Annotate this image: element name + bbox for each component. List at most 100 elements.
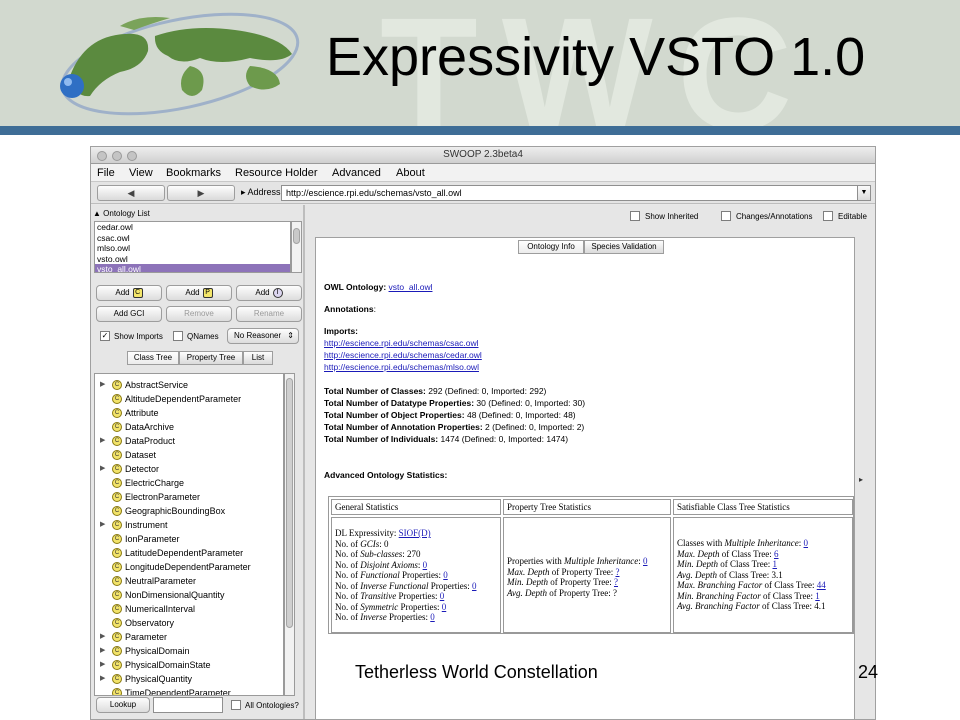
stat-value[interactable]: 0 xyxy=(472,581,477,591)
title-banner: TWC Expressivity VSTO 1.0 xyxy=(0,0,960,163)
add-individual-button[interactable]: Add I xyxy=(236,285,302,301)
menu-file[interactable]: File xyxy=(97,167,115,179)
class-icon: C xyxy=(112,632,122,642)
expand-arrow-icon[interactable]: ▶ xyxy=(100,434,105,448)
stat-value[interactable]: 0 xyxy=(804,538,809,548)
tab-list[interactable]: List xyxy=(243,351,273,365)
stat-value[interactable]: ? xyxy=(614,577,618,587)
back-button[interactable]: ◀ xyxy=(97,185,165,201)
tree-row-label: Dataset xyxy=(125,450,157,460)
address-input[interactable]: http://escience.rpi.edu/schemas/vsto_all… xyxy=(281,185,859,201)
slide-footer: Tetherless World Constellation xyxy=(355,662,598,682)
lookup-input[interactable] xyxy=(153,697,223,713)
tree-row-label: PhysicalDomain xyxy=(125,646,190,656)
ontology-list-scrollbar[interactable] xyxy=(291,221,302,273)
show-imports-checkbox[interactable]: ✓ xyxy=(100,331,110,341)
stat-term: Inverse Functional xyxy=(360,580,429,591)
expand-arrow-icon[interactable]: ▶ xyxy=(100,658,105,672)
tab-class-tree[interactable]: Class Tree xyxy=(127,351,179,365)
stat-value[interactable]: 44 xyxy=(817,580,826,590)
import-link-mlso[interactable]: http://escience.rpi.edu/schemas/mlso.owl xyxy=(324,362,479,372)
expand-arrow-icon[interactable]: ▶ xyxy=(100,630,105,644)
stat-suffix: Properties: xyxy=(398,601,442,612)
add-class-button[interactable]: Add C xyxy=(96,285,162,301)
ontology-item-cedar[interactable]: cedar.owl xyxy=(95,222,290,233)
stat-value: 3.1 xyxy=(771,569,783,580)
qnames-checkbox[interactable] xyxy=(173,331,183,341)
add-property-button[interactable]: Add P xyxy=(166,285,232,301)
owl-ontology-link[interactable]: vsto_all.owl xyxy=(389,282,433,292)
window-title: SWOOP 2.3beta4 xyxy=(443,149,523,160)
menu-view[interactable]: View xyxy=(129,167,153,179)
expand-arrow-icon[interactable]: ▶ xyxy=(100,644,105,658)
stat-value[interactable]: 6 xyxy=(774,549,779,559)
show-imports-label: Show Imports xyxy=(114,332,163,341)
class-icon: C xyxy=(112,674,122,684)
class-tree-scrollbar[interactable] xyxy=(284,373,295,696)
scrollbar-thumb[interactable] xyxy=(293,228,300,244)
expand-arrow-icon[interactable]: ▶ xyxy=(100,518,105,532)
expand-arrow-icon[interactable]: ▶ xyxy=(100,378,105,392)
general-stats-header: General Statistics xyxy=(331,499,501,515)
editable-checkbox[interactable] xyxy=(823,211,833,221)
rename-button[interactable]: Rename xyxy=(236,306,302,322)
stat-value[interactable]: 0 xyxy=(442,602,447,612)
slide: TWC Expressivity VSTO 1.0 SWOOP 2.3beta4… xyxy=(0,0,960,720)
import-link-cedar[interactable]: http://escience.rpi.edu/schemas/cedar.ow… xyxy=(324,350,482,360)
class-tree[interactable]: ▶ C AbstractService C AltitudeDependentParam… xyxy=(94,373,284,696)
lookup-button[interactable]: Lookup xyxy=(96,697,150,713)
show-inherited-checkbox[interactable] xyxy=(630,211,640,221)
stat-suffix: of Class Tree: xyxy=(718,559,773,569)
stat-value[interactable]: 0 xyxy=(443,570,448,580)
dl-expressivity-link[interactable]: SIOF(D) xyxy=(399,528,431,538)
chevron-updown-icon: ⇕ xyxy=(287,331,294,340)
stat-value[interactable]: 1 xyxy=(815,591,820,601)
class-icon: C xyxy=(112,478,122,488)
tree-row-label: ElectronParameter xyxy=(125,492,201,502)
menu-resource-holder[interactable]: Resource Holder xyxy=(235,167,318,179)
stat-term: Max. Depth xyxy=(677,548,720,559)
tab-species-validation[interactable]: Species Validation xyxy=(584,240,664,254)
stat-value[interactable]: ? xyxy=(616,567,620,577)
expand-arrow-icon[interactable]: ▶ xyxy=(100,462,105,476)
tree-row-label: NeutralParameter xyxy=(125,576,197,586)
stat-row: No. of Transitive Properties: 0 xyxy=(335,591,497,602)
all-ontologies-checkbox[interactable] xyxy=(231,700,241,710)
stat-term: Min. Depth xyxy=(677,559,718,569)
tab-ontology-info[interactable]: Ontology Info xyxy=(518,240,584,254)
ontology-item-mlso[interactable]: mlso.owl xyxy=(95,243,290,254)
collapse-triangle-icon[interactable]: ▲ xyxy=(93,209,103,218)
class-icon: C xyxy=(112,660,122,670)
banner-stripe xyxy=(0,126,960,135)
tab-property-tree[interactable]: Property Tree xyxy=(179,351,243,365)
remove-button[interactable]: Remove xyxy=(166,306,232,322)
class-icon: C xyxy=(112,422,122,432)
changes-annotations-checkbox[interactable] xyxy=(721,211,731,221)
add-individual-label: Add xyxy=(255,288,270,297)
ontology-list[interactable]: cedar.owl csac.owl mlso.owl vsto.owl vst… xyxy=(94,221,291,273)
stat-value[interactable]: 0 xyxy=(643,556,648,566)
imports-label: Imports: xyxy=(324,326,358,336)
ontology-item-vsto-all[interactable]: vsto_all.owl xyxy=(95,264,290,272)
ontology-item-csac[interactable]: csac.owl xyxy=(95,233,290,244)
stat-value[interactable]: 0 xyxy=(440,591,445,601)
menu-advanced[interactable]: Advanced xyxy=(332,167,381,179)
stat-value[interactable]: 0 xyxy=(423,560,428,570)
expand-arrow-icon[interactable]: ▶ xyxy=(100,672,105,686)
forward-button[interactable]: ▶ xyxy=(167,185,235,201)
class-icon: C xyxy=(112,380,122,390)
ontology-item-vsto[interactable]: vsto.owl xyxy=(95,254,290,265)
menu-bookmarks[interactable]: Bookmarks xyxy=(166,167,221,179)
stat-value[interactable]: 0 xyxy=(430,612,435,622)
reasoner-select[interactable]: No Reasoner ⇕ xyxy=(227,328,299,344)
stat-row: Max. Depth of Class Tree: 6 xyxy=(677,549,849,560)
scrollbar-thumb[interactable] xyxy=(286,378,293,628)
add-gci-button[interactable]: Add GCI xyxy=(96,306,162,322)
page-number: 24 xyxy=(858,662,879,682)
menu-about[interactable]: About xyxy=(396,167,425,179)
collapse-right-arrow-icon[interactable]: ▸ xyxy=(859,475,863,484)
address-dropdown-button[interactable]: ▼ xyxy=(857,185,871,201)
class-icon: C xyxy=(112,590,122,600)
stat-value[interactable]: 1 xyxy=(773,559,778,569)
import-link-csac[interactable]: http://escience.rpi.edu/schemas/csac.owl xyxy=(324,338,479,348)
